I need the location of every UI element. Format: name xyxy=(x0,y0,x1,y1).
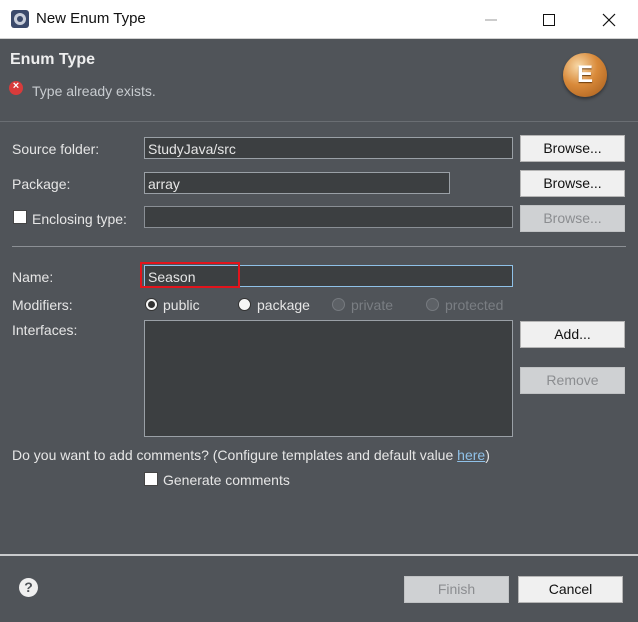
generate-comments-label: Generate comments xyxy=(163,472,290,488)
source-folder-browse-button[interactable]: Browse... xyxy=(520,135,625,162)
page-title: Enum Type xyxy=(10,51,96,68)
modifier-package-label: package xyxy=(257,297,310,313)
package-browse-button[interactable]: Browse... xyxy=(520,170,625,197)
modifiers-label: Modifiers: xyxy=(12,297,73,313)
modifier-public-radio[interactable] xyxy=(145,298,158,311)
modifier-package-radio[interactable] xyxy=(238,298,251,311)
package-label: Package: xyxy=(12,176,71,192)
name-label: Name: xyxy=(12,269,54,285)
close-button[interactable] xyxy=(580,0,638,38)
maximize-icon xyxy=(543,14,555,26)
wizard-banner: Enum Type × Type already exists. E xyxy=(0,39,638,122)
enclosing-type-label: Enclosing type: xyxy=(32,211,127,227)
minimize-button[interactable] xyxy=(462,0,520,38)
name-highlight-box xyxy=(140,262,240,288)
enclosing-type-field xyxy=(144,206,513,228)
cancel-button[interactable]: Cancel xyxy=(518,576,623,603)
comments-question: Do you want to add comments? (Configure … xyxy=(12,447,490,463)
enum-logo-icon: E xyxy=(563,53,607,97)
enclosing-type-browse-button: Browse... xyxy=(520,205,625,232)
error-message: Type already exists. xyxy=(32,83,156,99)
enclosing-type-checkbox[interactable] xyxy=(13,210,27,224)
footer-separator xyxy=(0,554,638,556)
help-icon[interactable]: ? xyxy=(19,578,38,597)
source-folder-field[interactable]: StudyJava/src xyxy=(144,137,513,159)
modifier-private-label: private xyxy=(351,297,394,313)
source-folder-label: Source folder: xyxy=(12,141,100,157)
interfaces-list[interactable] xyxy=(144,320,513,437)
generate-comments-checkbox[interactable] xyxy=(144,472,158,486)
modifier-protected-label: protected xyxy=(445,297,504,313)
modifier-protected-radio xyxy=(426,298,439,311)
eclipse-gear-icon xyxy=(11,10,29,28)
separator xyxy=(12,246,626,247)
add-interface-button[interactable]: Add... xyxy=(520,321,625,348)
configure-templates-link[interactable]: here xyxy=(457,447,485,463)
error-icon: × xyxy=(9,80,23,95)
maximize-button[interactable] xyxy=(520,0,578,38)
close-icon xyxy=(602,13,616,27)
package-field[interactable]: array xyxy=(144,172,450,194)
minimize-icon xyxy=(485,19,497,21)
interfaces-label: Interfaces: xyxy=(12,322,78,338)
title-bar: New Enum Type xyxy=(0,0,638,39)
window-title: New Enum Type xyxy=(36,10,146,27)
modifier-private-radio xyxy=(332,298,345,311)
comments-question-text: Do you want to add comments? (Configure … xyxy=(12,447,458,463)
finish-button: Finish xyxy=(404,576,509,603)
modifier-public-label: public xyxy=(163,297,200,313)
comments-question-suffix: ) xyxy=(485,447,490,463)
remove-interface-button: Remove xyxy=(520,367,625,394)
